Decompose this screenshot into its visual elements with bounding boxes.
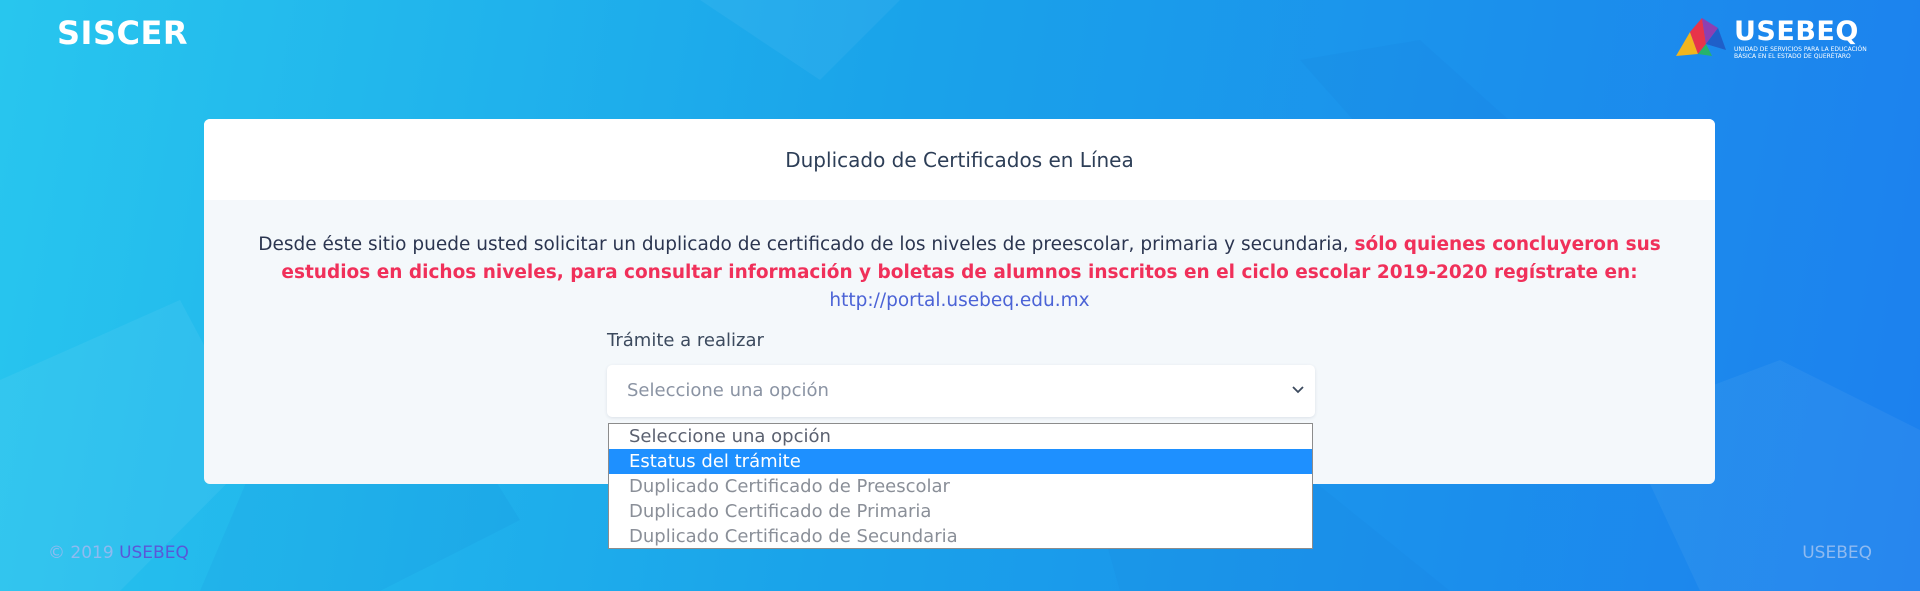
option-estatus[interactable]: Estatus del trámite [609,449,1312,474]
page-title: Duplicado de Certificados en Línea [785,147,1134,172]
card-body: Desde éste sitio puede usted solicitar u… [204,231,1715,315]
option-primaria[interactable]: Duplicado Certificado de Primaria [609,499,1312,524]
logo-tagline: UNIDAD DE SERVICIOS PARA LA EDUCACIÓN BÁ… [1734,46,1867,60]
footer-usebeq-link[interactable]: USEBEQ [119,543,189,563]
usebeq-logo[interactable]: USEBEQ UNIDAD DE SERVICIOS PARA LA EDUCA… [1672,14,1872,62]
tramite-select-value: Seleccione una opción [627,380,829,401]
intro-normal-text: Desde éste sitio puede usted solicitar u… [258,234,1355,255]
app-name[interactable]: SISCER [57,14,188,52]
option-preescolar[interactable]: Duplicado Certificado de Preescolar [609,474,1312,499]
intro-text: Desde éste sitio puede usted solicitar u… [232,231,1687,315]
option-secundaria[interactable]: Duplicado Certificado de Secundaria [609,524,1312,549]
copyright-text: © 2019 [48,543,114,563]
tramite-dropdown-list[interactable]: Seleccione una opción Estatus del trámit… [608,423,1313,549]
tramite-select[interactable]: Seleccione una opción [607,365,1315,417]
footer-copyright: © 2019 USEBEQ [48,543,189,563]
chevron-down-icon [1292,386,1304,394]
logo-name: USEBEQ [1734,16,1859,47]
usebeq-logo-icon [1676,18,1726,56]
footer-usebeq-right[interactable]: USEBEQ [1802,543,1872,563]
option-placeholder[interactable]: Seleccione una opción [609,424,1312,449]
tramite-label: Trámite a realizar [607,330,764,351]
card-header: Duplicado de Certificados en Línea [204,119,1715,200]
portal-link[interactable]: http://portal.usebeq.edu.mx [829,290,1089,311]
